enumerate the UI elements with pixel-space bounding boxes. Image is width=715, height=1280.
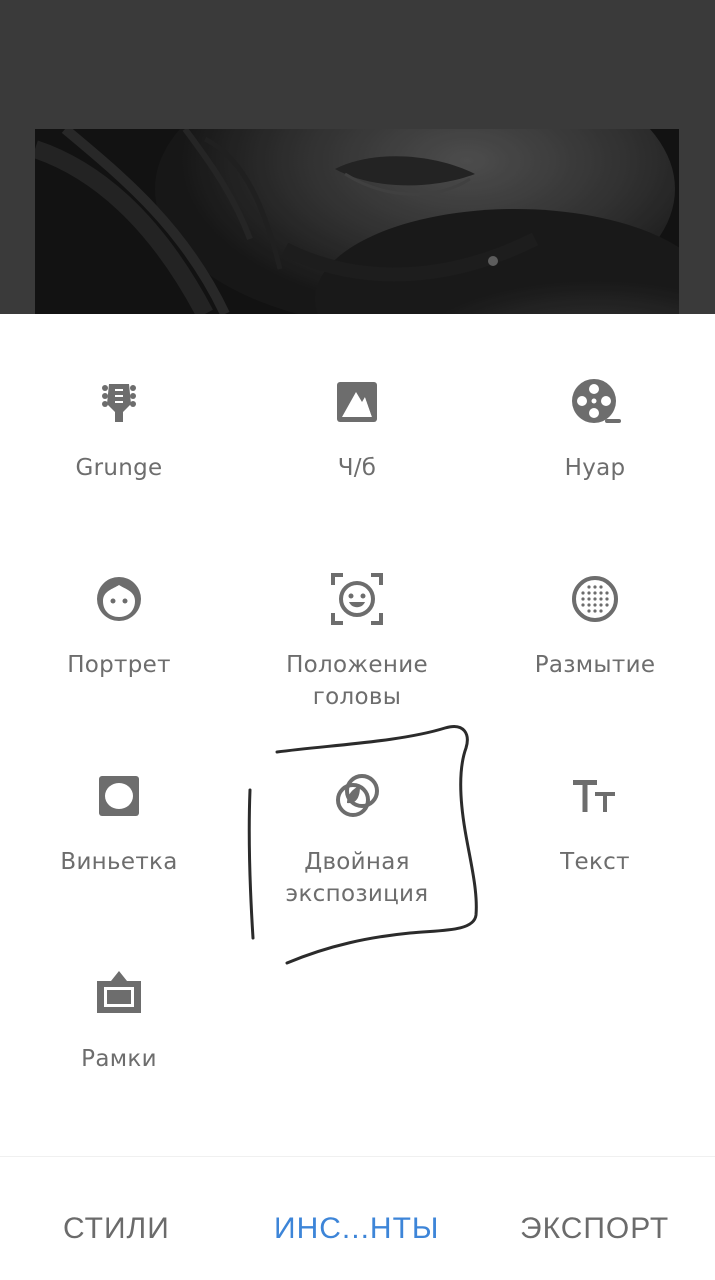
tool-text[interactable]: Текст: [476, 768, 714, 878]
tool-label: Портрет: [67, 652, 171, 678]
tool-head-pose[interactable]: Положение головы: [238, 571, 476, 713]
tool-grunge[interactable]: Grunge: [0, 374, 238, 484]
film-reel-icon: [567, 374, 623, 430]
photo-preview[interactable]: [35, 129, 679, 314]
tool-label: Размытие: [534, 652, 656, 678]
frame-icon: [91, 965, 147, 1021]
tab-export[interactable]: ЭКСПОРТ: [520, 1209, 669, 1249]
tool-label: Ч/б: [337, 455, 377, 481]
tool-portrait[interactable]: Портрет: [0, 571, 238, 681]
tool-label: Текст: [560, 849, 630, 875]
vignette-icon: [91, 768, 147, 824]
black-white-icon: [329, 374, 385, 430]
tab-styles[interactable]: СТИЛИ: [63, 1209, 170, 1249]
tool-label: Нуар: [564, 455, 626, 481]
tool-label: Положение головы: [286, 652, 428, 710]
tool-label: Виньетка: [60, 849, 178, 875]
tool-frames[interactable]: Рамки: [0, 965, 238, 1075]
bottom-tab-bar: СТИЛИ ИНС...НТЫ ЭКСПОРТ: [0, 1156, 715, 1280]
tool-noir[interactable]: Нуар: [476, 374, 714, 484]
tab-tools[interactable]: ИНС...НТЫ: [274, 1209, 439, 1249]
tool-vignette[interactable]: Виньетка: [0, 768, 238, 878]
tool-label: Рамки: [81, 1046, 157, 1072]
guitar-head-icon: [91, 374, 147, 430]
photo-preview-area: [0, 0, 715, 314]
tool-double-exposure[interactable]: Двойная экспозиция: [238, 768, 476, 910]
tool-label: Grunge: [75, 455, 163, 481]
tool-bw[interactable]: Ч/б: [238, 374, 476, 484]
blur-dots-icon: [567, 571, 623, 627]
tool-blur[interactable]: Размытие: [476, 571, 714, 681]
double-circle-icon: [329, 768, 385, 824]
text-tt-icon: [567, 768, 623, 824]
tools-sheet: Grunge Ч/б Нуар Портрет Положение головы…: [0, 314, 715, 1156]
face-frame-icon: [329, 571, 385, 627]
tool-label: Двойная экспозиция: [285, 849, 429, 907]
face-icon: [91, 571, 147, 627]
snapseed-tools-screen: Grunge Ч/б Нуар Портрет Положение головы…: [0, 0, 715, 1280]
